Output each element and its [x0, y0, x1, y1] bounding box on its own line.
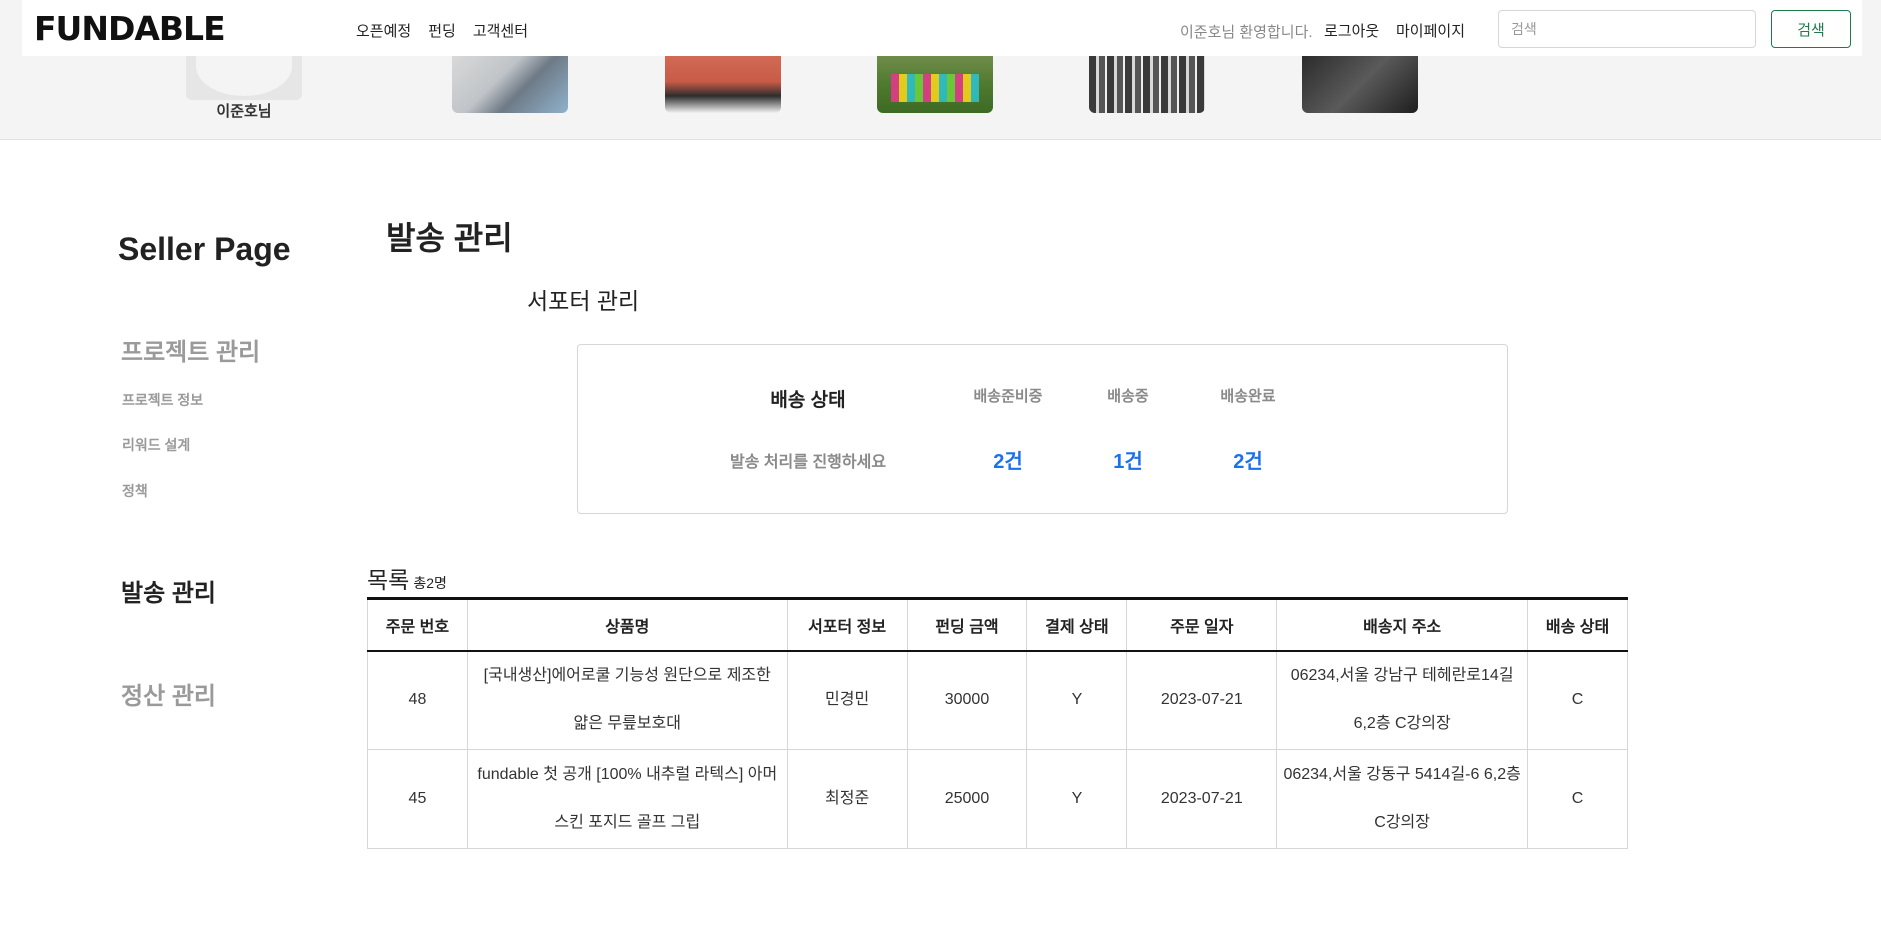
main-nav: 오픈예정 펀딩 고객센터 — [356, 20, 528, 41]
cell-date: 2023-07-21 — [1126, 650, 1278, 750]
cell-status: C — [1527, 650, 1628, 750]
status-shipping-count[interactable]: 1건 — [1073, 445, 1183, 474]
project-thumbnail-1[interactable] — [452, 56, 568, 113]
sidebar-item-reward-design[interactable]: 리워드 설계 — [122, 435, 190, 455]
list-heading: 목록 총2명 — [367, 561, 447, 595]
sidebar-item-project-info[interactable]: 프로젝트 정보 — [122, 390, 203, 410]
col-product: 상품명 — [466, 598, 788, 651]
status-delivered-label: 배송완료 — [1220, 388, 1276, 405]
search-input[interactable] — [1498, 10, 1756, 48]
sidebar-item-policy[interactable]: 정책 — [122, 481, 148, 501]
cell-supporter: 민경민 — [786, 650, 908, 750]
project-thumbnail-3[interactable] — [877, 56, 993, 113]
shipping-status-panel: 배송 상태 발송 처리를 진행하세요 배송준비중 2건 배송중 1건 배송완료 … — [577, 344, 1508, 514]
status-delivered-count[interactable]: 2건 — [1193, 445, 1303, 474]
nav-item-support[interactable]: 고객센터 — [473, 20, 528, 41]
status-preparing-count[interactable]: 2건 — [953, 445, 1063, 474]
project-thumbnail-5[interactable] — [1302, 56, 1418, 113]
cell-payment: Y — [1026, 650, 1128, 750]
sidebar-shipping-management[interactable]: 발송 관리 — [121, 573, 216, 608]
list-title: 목록 — [367, 567, 410, 593]
status-preparing-label: 배송준비중 — [973, 388, 1043, 405]
cell-product: [국내생산]에어로쿨 기능성 원단으로 제조한 얇은 무릎보호대 — [466, 650, 788, 750]
project-thumbnail-2[interactable] — [665, 56, 781, 113]
cell-order-no: 45 — [367, 749, 468, 849]
table-row[interactable]: 45 fundable 첫 공개 [100% 내추럴 라텍스] 아머스킨 포지드… — [367, 749, 1628, 849]
section-title-supporter: 서포터 관리 — [527, 288, 640, 314]
col-address: 배송지 주소 — [1276, 598, 1529, 651]
col-payment: 결제 상태 — [1026, 598, 1128, 651]
project-thumbnail-4[interactable] — [1089, 56, 1205, 113]
col-date: 주문 일자 — [1126, 598, 1278, 651]
sidebar-settlement-management[interactable]: 정산 관리 — [121, 676, 216, 711]
cell-address: 06234,서울 강남구 테헤란로14길 6,2층 C강의장 — [1276, 650, 1529, 750]
cell-date: 2023-07-21 — [1126, 749, 1278, 849]
cell-amount: 25000 — [906, 749, 1028, 849]
logo[interactable]: FUNDABLE — [34, 9, 226, 48]
cell-address: 06234,서울 강동구 5414길-6 6,2층 C강의장 — [1276, 749, 1529, 849]
col-status: 배송 상태 — [1527, 598, 1628, 651]
shipping-status-label: 배송 상태 — [770, 390, 846, 411]
status-shipping-label: 배송중 — [1107, 388, 1149, 405]
top-header: FUNDABLE 오픈예정 펀딩 고객센터 이준호님 환영합니다. 로그아웃 마… — [22, 0, 1862, 56]
mypage-link[interactable]: 마이페이지 — [1396, 20, 1465, 41]
nav-item-funding[interactable]: 펀딩 — [428, 20, 456, 41]
avatar-name: 이준호님 — [216, 103, 272, 120]
cell-order-no: 48 — [367, 650, 468, 750]
table-header-row: 주문 번호 상품명 서포터 정보 펀딩 금액 결제 상태 주문 일자 배송지 주… — [367, 598, 1628, 651]
shipping-hint-text: 발송 처리를 진행하세요 — [729, 454, 887, 471]
cell-status: C — [1527, 749, 1628, 849]
sidebar-project-management[interactable]: 프로젝트 관리 — [121, 332, 260, 367]
nav-item-upcoming[interactable]: 오픈예정 — [356, 20, 411, 41]
list-count: 총2명 — [413, 575, 447, 591]
cell-supporter: 최정준 — [786, 749, 908, 849]
orders-table: 주문 번호 상품명 서포터 정보 펀딩 금액 결제 상태 주문 일자 배송지 주… — [367, 597, 1628, 849]
search-button[interactable]: 검색 — [1771, 10, 1851, 48]
col-amount: 펀딩 금액 — [906, 598, 1028, 651]
col-supporter: 서포터 정보 — [786, 598, 908, 651]
col-order-no: 주문 번호 — [367, 598, 468, 651]
cell-product: fundable 첫 공개 [100% 내추럴 라텍스] 아머스킨 포지드 골프… — [466, 749, 788, 849]
avatar — [186, 56, 302, 100]
cell-amount: 30000 — [906, 650, 1028, 750]
table-row[interactable]: 48 [국내생산]에어로쿨 기능성 원단으로 제조한 얇은 무릎보호대 민경민 … — [367, 650, 1628, 750]
cell-payment: Y — [1026, 749, 1128, 849]
page-title: 발송 관리 — [386, 220, 513, 256]
logout-link[interactable]: 로그아웃 — [1324, 20, 1379, 41]
welcome-text: 이준호님 환영합니다. — [1180, 24, 1313, 41]
seller-page-title: Seller Page — [118, 231, 291, 267]
